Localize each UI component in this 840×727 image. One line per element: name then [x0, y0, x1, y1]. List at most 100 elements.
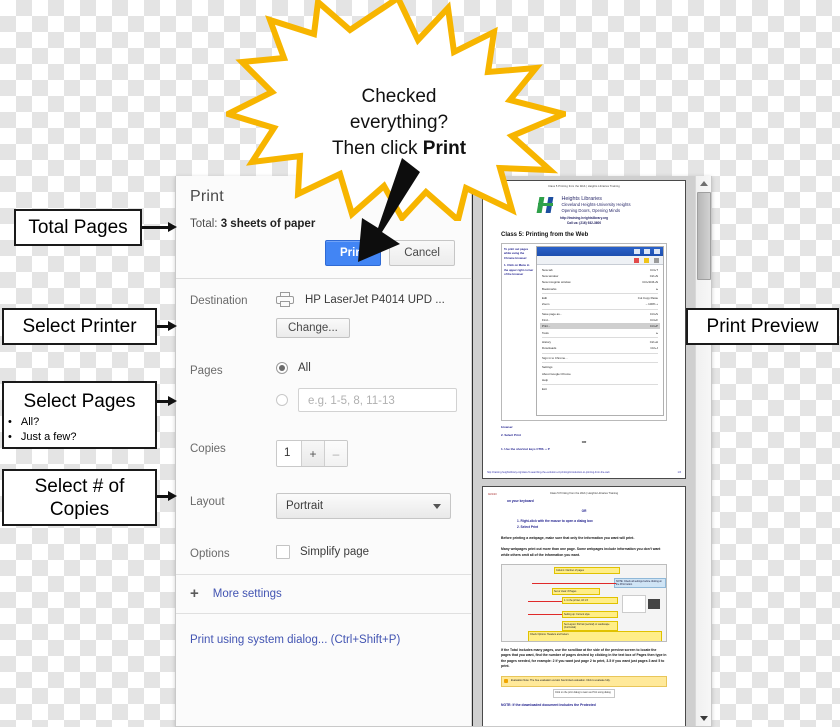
options-row: Options Simplify page	[176, 519, 471, 560]
preview-menu-item-shortcut: Ctrl+T	[650, 268, 658, 273]
preview-page-1: Class 5 Printing from the Web | Heights …	[482, 180, 686, 479]
scroll-up-button[interactable]	[696, 176, 711, 191]
callout-print-preview: Print Preview	[686, 308, 839, 345]
preview-menu-separator	[542, 362, 658, 364]
preview-after-menu: browser	[501, 425, 513, 429]
simplify-page-label: Simplify page	[300, 546, 370, 558]
bullet-glyph-1: •	[8, 430, 12, 443]
scroll-down-button[interactable]	[696, 711, 711, 726]
print-preview-pane[interactable]: Class 5 Printing from the Web | Heights …	[472, 176, 711, 726]
copies-label: Copies	[190, 443, 226, 455]
options-label: Options	[190, 548, 230, 560]
preview-menu-item-shortcut: Ctrl+H	[649, 340, 658, 345]
preview-menu-item-label: New window	[542, 274, 559, 279]
preview-or: OR	[581, 440, 587, 444]
preview-menu-item-label: Zoom	[542, 302, 550, 307]
layout-select[interactable]: Portrait	[276, 493, 451, 519]
destination-value-group: HP LaserJet P4014 UPD ... Change...	[276, 292, 471, 338]
pages-range-input[interactable]: e.g. 1-5, 8, 11-13	[298, 388, 457, 412]
preview-menu-item-label: Edit	[542, 296, 547, 301]
callout-select-copies: Select # of Copies	[2, 469, 157, 526]
callout-bullet-1: Just a few?	[20, 430, 77, 443]
fig-callout-0: Column: Number of pages	[554, 567, 620, 575]
preview-menu-item-label: New tab	[542, 268, 553, 273]
preview-browser-mock: New tab Ctrl+T New window Ctrl+N New incogni…	[536, 246, 664, 416]
radio-custom-icon[interactable]	[276, 394, 288, 406]
preview-menu-item: Help	[540, 377, 660, 383]
preview-menu-item-label: History	[542, 340, 551, 345]
options-value-group: Simplify page	[276, 545, 471, 560]
copies-row: Copies 1 + –	[176, 412, 471, 467]
preview-menu-item-label: New incognito window	[542, 280, 571, 285]
preview-side-note: To print out pages while using the Chrom…	[504, 247, 534, 276]
scrollbar-thumb[interactable]	[697, 192, 711, 280]
callout-print-preview-label: Print Preview	[706, 316, 819, 337]
copies-increment-button[interactable]: +	[301, 441, 324, 466]
preview-menu-item: Tools ▸	[540, 329, 660, 335]
preview-page2-tip: Click on the print dialog to learn as Pr…	[553, 688, 615, 698]
layout-selected-value: Portrait	[286, 500, 324, 512]
fig-callout-5: Setting up: Current style	[562, 611, 618, 619]
destination-row: Destination HP LaserJet P4014 UPD ... Ch…	[176, 279, 471, 338]
preview-menu-item-label: Help	[542, 377, 548, 382]
chevron-down-icon	[699, 716, 708, 721]
preview-page2-figure: Column: Number of pages NOTE: Check all …	[501, 564, 667, 643]
preview-scrollbar[interactable]	[695, 176, 711, 726]
callout-select-copies-label: Select # of	[34, 475, 125, 497]
more-settings-label: More settings	[212, 588, 282, 600]
pages-all-label: All	[298, 362, 311, 374]
starburst-line3-prefix: Then click	[331, 138, 423, 159]
preview-menu-item-shortcut: Ctrl+J	[650, 346, 658, 351]
preview-menu-item-shortcut: Ctrl+N	[649, 274, 658, 279]
radio-all-icon[interactable]	[276, 362, 288, 374]
preview-screenshot-figure: To print out pages while using the Chrom…	[501, 243, 667, 421]
preview-menu-item-shortcut: Ctrl+S	[649, 311, 658, 316]
change-printer-button[interactable]: Change...	[276, 318, 350, 338]
print-system-dialog-link[interactable]: Print using system dialog... (Ctrl+Shift…	[190, 634, 400, 646]
simplify-page-checkbox[interactable]	[276, 545, 290, 559]
preview-menu-item-shortcut: – 100% +	[645, 302, 658, 307]
preview-menu-item-label: Settings	[542, 365, 553, 370]
print-dialog: Print Total: 3 sheets of paper Print Can…	[175, 176, 712, 727]
dialog-action-buttons: Print Cancel	[176, 230, 471, 278]
copies-decrement-button[interactable]: –	[324, 441, 347, 466]
preview-page2-or: OR	[581, 509, 587, 514]
fig-callout-10: Check Options: Headers and footers	[528, 631, 662, 642]
preview-page2-note: Evaluation Note: The free evaluation ver…	[501, 675, 667, 687]
printer-icon	[276, 292, 296, 308]
leader-total-pages	[142, 226, 170, 229]
pages-all-option[interactable]: All	[276, 362, 457, 374]
preview-menu-item-label: Bookmarks	[542, 286, 557, 291]
preview-menu-item-shortcut: ▸	[656, 330, 658, 335]
layout-value-group: Portrait	[276, 493, 471, 519]
plus-icon: +	[190, 585, 199, 602]
preview-page1-footer: http://training.heightslibrary.org/class…	[487, 471, 681, 474]
preview-page-2: 9/22/20 Class 5 Printing from the Web | …	[482, 486, 686, 726]
preview-menu-item: Sign in to Chrome...	[540, 355, 660, 361]
fig-callout-7: Set Layout: Portrait (vertical) or Lands…	[562, 621, 618, 632]
preview-side-note-text: To print out pages while using the Chrom…	[504, 247, 529, 260]
total-label: Total:	[190, 218, 218, 230]
preview-page2-para1: Before printing a webpage, make sure tha…	[501, 535, 635, 540]
preview-menu-item-label: Exit	[542, 387, 547, 392]
preview-menu-item-shortcut: Ctrl+F	[650, 318, 658, 323]
pages-row: Pages All e.g. 1-5, 8, 11-13	[176, 338, 471, 412]
preview-menu-item-label: Find...	[542, 318, 551, 323]
starburst-line3-bold: Print	[422, 138, 467, 159]
leader-head-select-pages	[168, 396, 177, 406]
bullet-glyph-0: •	[8, 415, 12, 428]
simplify-page-option[interactable]: Simplify page	[276, 545, 457, 559]
preview-org-line3: Opening Doors, Opening Minds	[561, 207, 621, 213]
copies-input[interactable]: 1	[277, 441, 301, 466]
quantity-stepper[interactable]: 1 + –	[276, 440, 348, 467]
leader-head-select-printer	[168, 321, 177, 331]
preview-step2: 2. Select Print	[501, 433, 521, 437]
pages-custom-option[interactable]: e.g. 1-5, 8, 11-13	[276, 388, 457, 412]
preview-browser-titlebar	[537, 247, 663, 256]
more-settings-button[interactable]: + More settings	[176, 574, 471, 614]
preview-menu-item-shortcut: Ctrl+Shift+N	[642, 280, 658, 285]
print-pointer-arrow-icon	[358, 158, 420, 262]
preview-menu-item-shortcut: Cut Copy Paste	[637, 296, 658, 301]
starburst-line2: everything?	[349, 112, 449, 133]
fig-callout-2: Set or clear: # Pages	[552, 588, 600, 596]
